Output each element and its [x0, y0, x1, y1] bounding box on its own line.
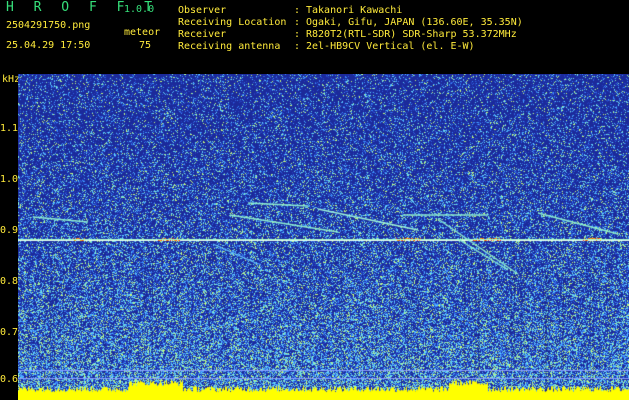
spectrogram-canvas — [18, 74, 629, 400]
info-colon: : — [294, 41, 301, 52]
info-key-receiver: Receiver — [178, 29, 227, 40]
info-key-observer: Observer — [178, 5, 227, 16]
info-value-location: Ogaki, Gifu, JAPAN (136.60E, 35.35N) — [306, 17, 523, 28]
header-panel: H R O F F T 1.0.0 2504291750.png meteor … — [0, 0, 629, 70]
file-name: 2504291750.png — [6, 20, 91, 31]
info-value-observer: Takanori Kawachi — [306, 5, 403, 16]
y-tick-label: 1.0 — [0, 174, 19, 185]
y-tick-label: 0.8 — [0, 276, 19, 287]
info-key-location: Receiving Location — [178, 17, 287, 28]
app-version: 1.0.0 — [124, 4, 155, 15]
info-value-receiver: R820T2(RTL-SDR) SDR-Sharp 53.372MHz — [306, 29, 517, 40]
info-value-antenna: 2el-HB9CV Vertical (el. E-W) — [306, 41, 475, 52]
info-key-antenna: Receiving antenna — [178, 41, 281, 52]
y-tick-label: 0.7 — [0, 327, 19, 338]
meteor-label: meteor — [124, 27, 161, 38]
y-tick-label: 0.9 — [0, 225, 19, 236]
info-colon: : — [294, 29, 301, 40]
y-tick-label: 0.6 — [0, 374, 19, 385]
info-colon: : — [294, 17, 301, 28]
meteor-count: 75 — [139, 40, 152, 51]
info-colon: : — [294, 5, 301, 16]
date-time: 25.04.29 17:50 — [6, 40, 91, 51]
y-tick-label: 1.1 — [0, 123, 19, 134]
